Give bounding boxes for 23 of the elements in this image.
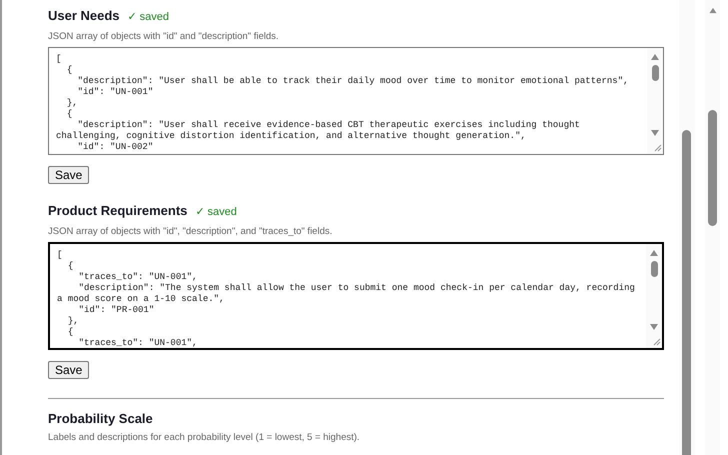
scroll-up-icon[interactable] <box>708 7 718 14</box>
field-hint: JSON array of objects with "id", "description", and "traces_to" fields. <box>48 226 334 237</box>
section-title: Product Requirements <box>48 203 188 218</box>
scrollbar-thumb[interactable] <box>652 65 658 81</box>
saved-status: ✓ saved <box>128 10 169 23</box>
scroll-up-icon[interactable] <box>649 249 659 257</box>
field-hint: JSON array of objects with "id" and "description" fields. <box>48 31 280 42</box>
resize-handle-icon[interactable] <box>651 336 661 346</box>
scrollbar-thumb[interactable] <box>650 261 658 277</box>
save-button[interactable]: Save <box>48 361 90 379</box>
scroll-down-icon[interactable] <box>650 129 660 137</box>
scrollbar-thumb[interactable] <box>682 130 691 455</box>
section-title: User Needs <box>48 8 120 23</box>
section-description: Labels and descriptions for each probability level (1 = lowest, 5 = highest). <box>48 432 361 443</box>
save-button[interactable]: Save <box>48 166 90 184</box>
scroll-down-icon[interactable] <box>649 323 659 331</box>
resize-handle-icon[interactable] <box>652 142 662 152</box>
scrollbar-thumb[interactable] <box>708 110 717 226</box>
json-text-area[interactable]: [ { "traces_to": "UN-001", "description": "The system shall allow the user to submit one mood check-in per calendar day, recording a mood score on a 1-10 scale.", "id": "PR-001" }, { "traces_to": "UN-001", <box>48 242 664 350</box>
section-title: Probability Scale <box>48 411 154 428</box>
json-text-area[interactable]: [ { "description": "User shall be able to track their daily mood over time to monitor emotional patterns", "id": "UN-001" }, { "description": "User shall receive evidence-based CBT therapeutic exercises including thought challenging, cognitive distortion identification, and alternative thought generation.", "id": "UN-002" <box>48 47 664 155</box>
saved-status: ✓ saved <box>195 205 237 218</box>
scroll-up-icon[interactable] <box>650 53 660 61</box>
